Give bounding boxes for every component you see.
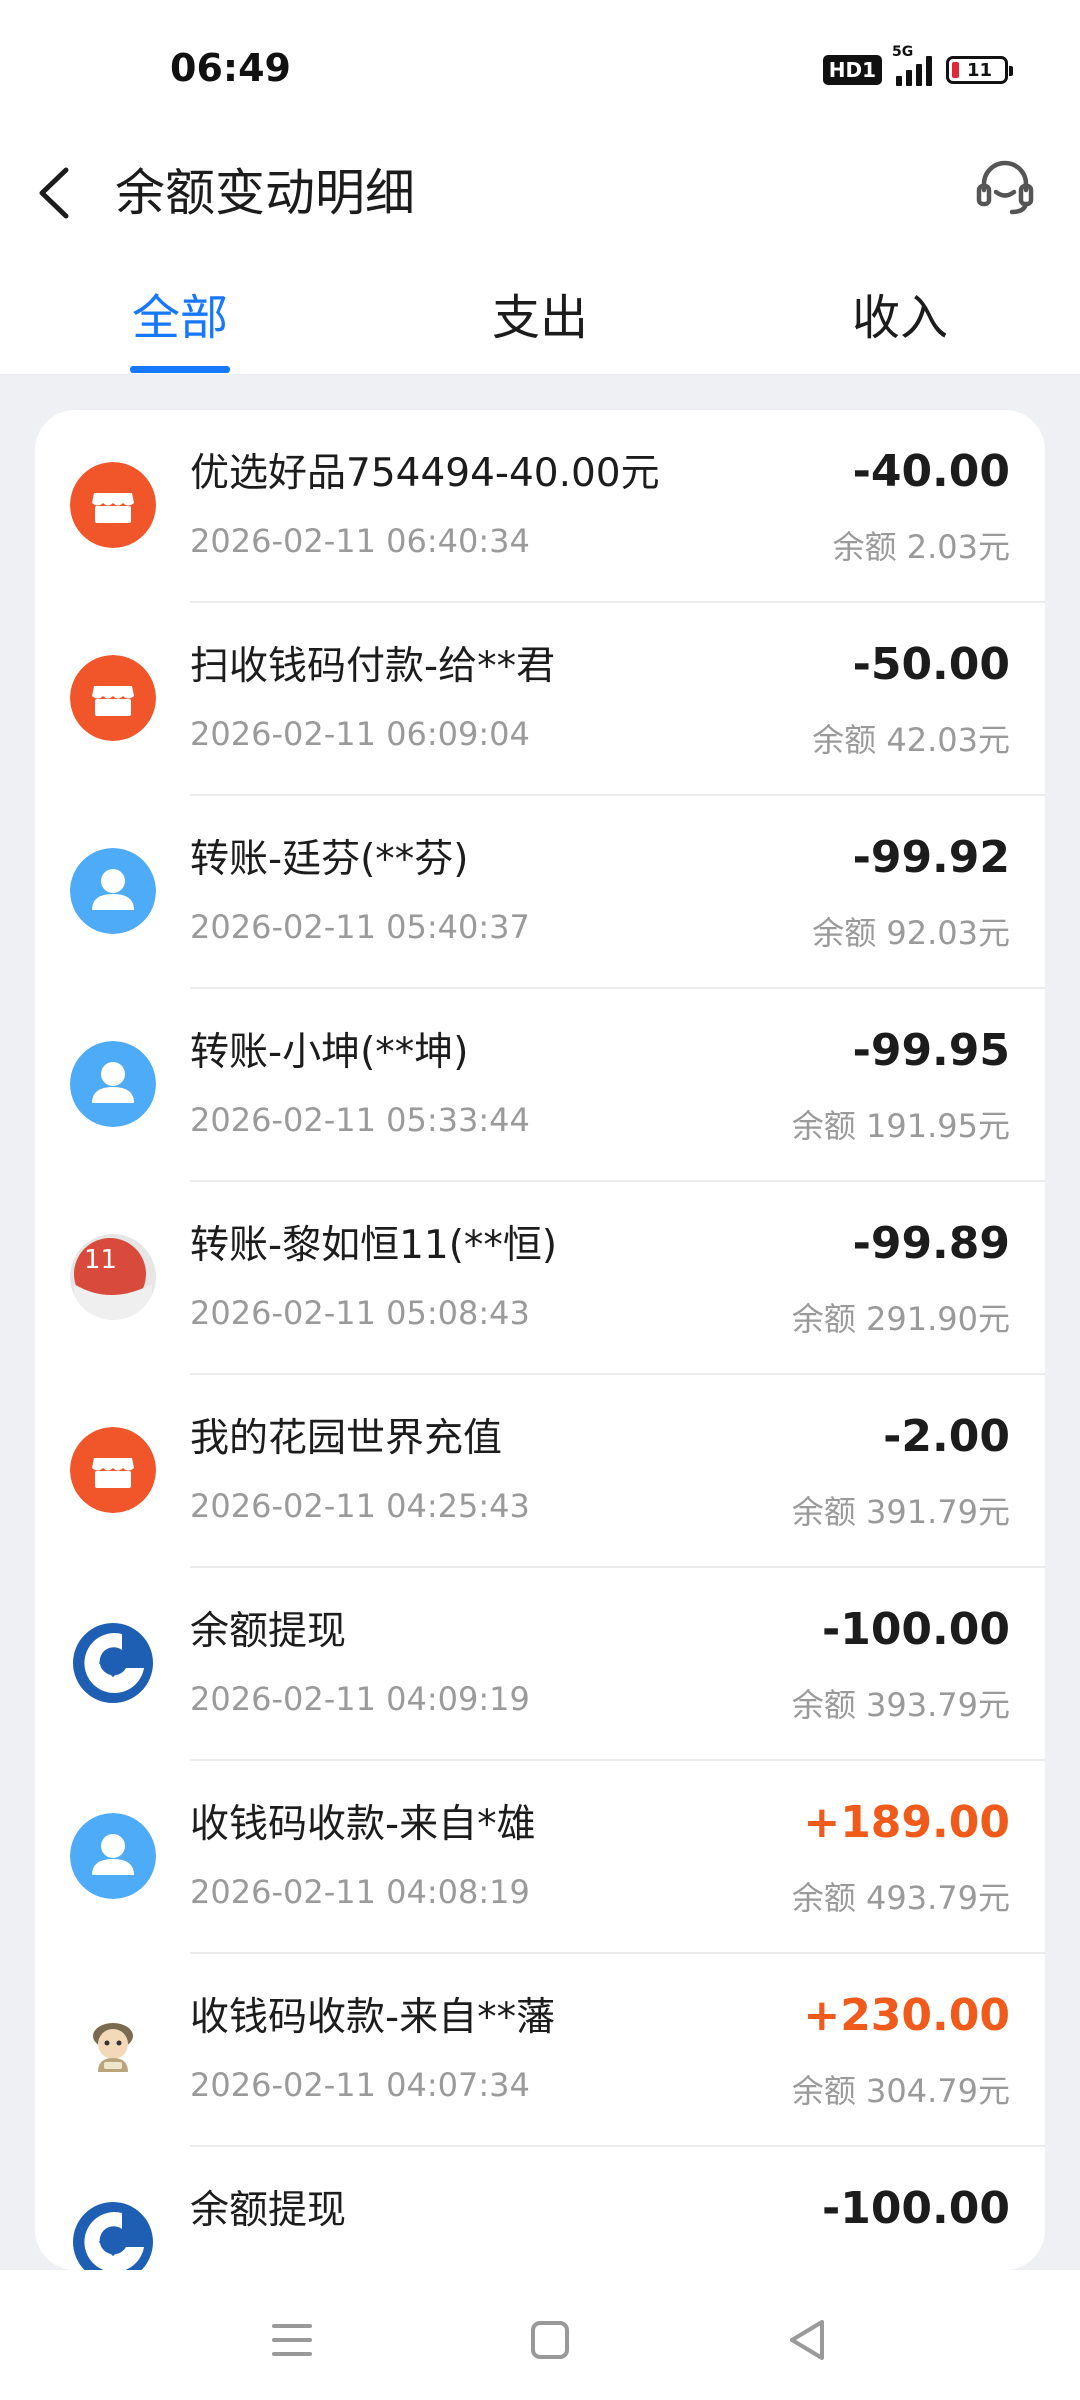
battery-level: 11 bbox=[967, 59, 993, 81]
list-item[interactable]: 转账-廷芬(**芬) 2026-02-11 05:40:37 -99.92 余额… bbox=[35, 796, 1045, 989]
tab-income[interactable]: 收入 bbox=[800, 278, 1000, 348]
cartoon-avatar bbox=[70, 2006, 156, 2092]
transaction-title: 余额提现 bbox=[190, 2188, 347, 2233]
list-item[interactable]: 扫收钱码付款-给**君 2026-02-11 06:09:04 -50.00 余… bbox=[35, 603, 1045, 796]
transaction-title: 余额提现 bbox=[190, 1609, 347, 1654]
tab-indicator bbox=[130, 366, 230, 373]
shop-icon bbox=[70, 1427, 156, 1513]
list-item[interactable]: 11 转账-黎如恒11(**恒) 2026-02-11 05:08:43 -99… bbox=[35, 1182, 1045, 1375]
transaction-time: 2026-02-11 04:08:19 bbox=[190, 1873, 530, 1911]
transaction-title: 转账-廷芬(**芬) bbox=[190, 837, 469, 882]
headset-icon[interactable] bbox=[970, 152, 1040, 222]
list-item[interactable]: 转账-小坤(**坤) 2026-02-11 05:33:44 -99.95 余额… bbox=[35, 989, 1045, 1182]
tab-all[interactable]: 全部 bbox=[80, 278, 280, 348]
signal-icon: 5G bbox=[892, 44, 932, 86]
person-icon bbox=[70, 1041, 156, 1127]
status-bar: 06:49 HD1 5G 11 bbox=[0, 0, 1080, 140]
page-title: 余额变动明细 bbox=[115, 164, 415, 222]
photo-avatar: 11 bbox=[70, 1234, 156, 1320]
transaction-time: 2026-02-11 04:07:34 bbox=[190, 2066, 530, 2104]
list-item[interactable]: 我的花园世界充值 2026-02-11 04:25:43 -2.00 余额 39… bbox=[35, 1375, 1045, 1568]
list-item[interactable]: 优选好品754494-40.00元 2026-02-11 06:40:34 -4… bbox=[35, 410, 1045, 603]
transaction-title: 扫收钱码付款-给**君 bbox=[190, 644, 556, 689]
transaction-list: 优选好品754494-40.00元 2026-02-11 06:40:34 -4… bbox=[35, 410, 1045, 2270]
transaction-title: 转账-黎如恒11(**恒) bbox=[190, 1223, 558, 1268]
transaction-amount: +230.00 bbox=[803, 1990, 1010, 2041]
transaction-time: 2026-02-11 04:25:43 bbox=[190, 1487, 530, 1525]
transaction-time: 2026-02-11 05:33:44 bbox=[190, 1101, 530, 1139]
transaction-amount: +189.00 bbox=[803, 1797, 1010, 1848]
transaction-title: 优选好品754494-40.00元 bbox=[190, 451, 660, 496]
transaction-amount: -99.92 bbox=[852, 832, 1010, 883]
transaction-time: 2026-02-11 04:09:19 bbox=[190, 1680, 530, 1718]
chevron-left-icon[interactable] bbox=[32, 158, 82, 228]
transaction-amount: -99.89 bbox=[852, 1218, 1010, 1269]
list-item[interactable]: 收钱码收款-来自*雄 2026-02-11 04:08:19 +189.00 余… bbox=[35, 1761, 1045, 1954]
battery-icon: 11 bbox=[946, 56, 1013, 84]
person-icon bbox=[70, 848, 156, 934]
transaction-title: 收钱码收款-来自**藩 bbox=[190, 1995, 556, 2040]
transaction-balance: 余额 291.90元 bbox=[791, 1300, 1010, 1338]
tab-expense[interactable]: 支出 bbox=[440, 278, 640, 348]
transaction-balance: 余额 42.03元 bbox=[812, 721, 1010, 759]
transaction-amount: -100.00 bbox=[821, 1604, 1010, 1655]
transaction-time: 2026-02-11 05:08:43 bbox=[190, 1294, 530, 1332]
transaction-title: 收钱码收款-来自*雄 bbox=[190, 1802, 536, 1847]
shop-icon bbox=[70, 655, 156, 741]
system-nav-bar bbox=[0, 2270, 1080, 2400]
status-icons: HD1 5G 11 bbox=[822, 44, 1013, 88]
transaction-title: 转账-小坤(**坤) bbox=[190, 1030, 469, 1075]
transaction-amount: -100.00 bbox=[821, 2183, 1010, 2234]
network-type: 5G bbox=[892, 44, 914, 60]
bank-icon bbox=[70, 2199, 156, 2270]
transaction-amount: -99.95 bbox=[852, 1025, 1010, 1076]
transaction-time: 2026-02-11 06:09:04 bbox=[190, 715, 530, 753]
transaction-amount: -2.00 bbox=[883, 1411, 1010, 1462]
transaction-balance: 余额 304.79元 bbox=[791, 2072, 1010, 2110]
status-time: 06:49 bbox=[170, 46, 291, 90]
transaction-balance: 余额 391.79元 bbox=[791, 1493, 1010, 1531]
list-item[interactable]: 收钱码收款-来自**藩 2026-02-11 04:07:34 +230.00 … bbox=[35, 1954, 1045, 2147]
transaction-title: 我的花园世界充值 bbox=[190, 1416, 503, 1461]
transaction-balance: 余额 493.79元 bbox=[791, 1879, 1010, 1917]
menu-icon[interactable] bbox=[262, 2310, 322, 2370]
transaction-balance: 余额 191.95元 bbox=[791, 1107, 1010, 1145]
back-triangle-icon[interactable] bbox=[778, 2310, 838, 2370]
list-item[interactable]: 余额提现 -100.00 bbox=[35, 2147, 1045, 2270]
transaction-balance: 余额 393.79元 bbox=[791, 1686, 1010, 1724]
hd-icon: HD1 bbox=[822, 55, 882, 85]
home-square-icon[interactable] bbox=[520, 2310, 580, 2370]
header: 余额变动明细 bbox=[0, 140, 1080, 250]
shop-icon bbox=[70, 462, 156, 548]
transaction-amount: -50.00 bbox=[852, 639, 1010, 690]
avatar-text: 11 bbox=[84, 1245, 117, 1275]
tab-bar: 全部 支出 收入 bbox=[0, 250, 1080, 374]
list-item[interactable]: 余额提现 2026-02-11 04:09:19 -100.00 余额 393.… bbox=[35, 1568, 1045, 1761]
transaction-balance: 余额 92.03元 bbox=[812, 914, 1010, 952]
transaction-time: 2026-02-11 05:40:37 bbox=[190, 908, 530, 946]
bank-icon bbox=[70, 1620, 156, 1706]
person-icon bbox=[70, 1813, 156, 1899]
transaction-amount: -40.00 bbox=[852, 446, 1010, 497]
transaction-time: 2026-02-11 06:40:34 bbox=[190, 522, 530, 560]
transaction-balance: 余额 2.03元 bbox=[832, 528, 1010, 566]
